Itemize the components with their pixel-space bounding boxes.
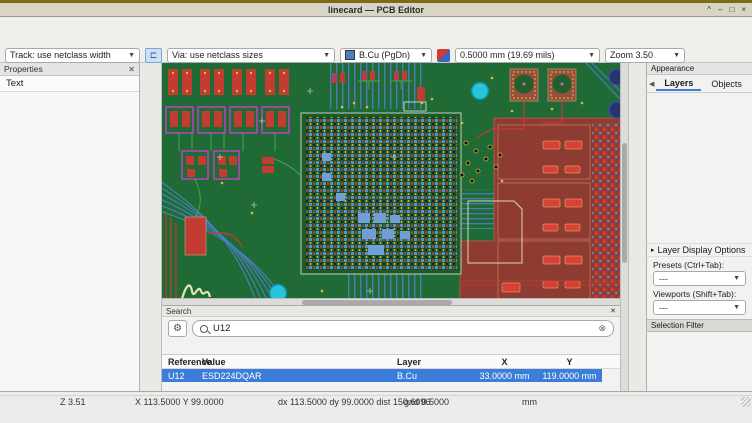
canvas-right-toolbar bbox=[628, 63, 646, 391]
menubar bbox=[0, 18, 752, 33]
viewports-label: Viewports (Shift+Tab): bbox=[647, 286, 752, 300]
pcb-canvas[interactable] bbox=[162, 63, 620, 305]
status-grid: grid 0.5000 bbox=[404, 397, 449, 407]
search-result-row[interactable]: U12 ESD224DQAR B.Cu 33.0000 mm 119.0000 … bbox=[162, 369, 602, 382]
chevron-down-icon: ▼ bbox=[128, 52, 135, 59]
properties-object-type: Text bbox=[6, 78, 23, 89]
properties-panel-title: Properties bbox=[4, 64, 43, 74]
maximize-button[interactable]: □ bbox=[729, 3, 734, 16]
status-cursor-position: X 113.5000 Y 99.0000 bbox=[135, 397, 224, 407]
presets-select[interactable]: ---▼ bbox=[653, 271, 746, 286]
result-reference: U12 bbox=[162, 371, 202, 381]
titlebar[interactable]: linecard — PCB Editor ^ – □ × bbox=[0, 3, 752, 17]
pcb-board-view[interactable] bbox=[162, 63, 620, 305]
track-width-select[interactable]: Track: use netclass width ▼ bbox=[5, 48, 140, 63]
via-size-value: Via: use netclass sizes bbox=[172, 50, 263, 60]
close-icon[interactable]: ✕ bbox=[610, 307, 616, 315]
column-header[interactable]: Value bbox=[202, 357, 397, 367]
chevron-down-icon: ▼ bbox=[420, 52, 427, 59]
bga-footprint[interactable] bbox=[301, 113, 461, 274]
appearance-panel-title: Appearance bbox=[651, 64, 694, 73]
canvas-horizontal-scrollbar[interactable] bbox=[162, 298, 620, 305]
layer-pair-icon[interactable] bbox=[437, 49, 450, 62]
column-header[interactable]: Reference bbox=[162, 357, 202, 367]
tab-objects[interactable]: Objects bbox=[703, 78, 750, 90]
search-results-header: Reference Value Layer X Y bbox=[162, 355, 620, 369]
status-units: mm bbox=[522, 397, 537, 407]
main-toolbar bbox=[0, 33, 752, 48]
pcb-editor-window: linecard — PCB Editor ^ – □ × Track: use… bbox=[0, 0, 752, 423]
properties-panel: Properties ✕ Text bbox=[0, 63, 140, 391]
presets-label: Presets (Ctrl+Tab): bbox=[647, 257, 752, 271]
grid-size-value: 0.5000 mm (19.69 mils) bbox=[460, 50, 555, 60]
result-value: ESD224DQAR bbox=[202, 371, 397, 381]
grid-size-select[interactable]: 0.5000 mm (19.69 mils) ▼ bbox=[455, 48, 600, 63]
active-layer-value: B.Cu (PgDn) bbox=[359, 50, 410, 60]
search-input[interactable]: U12 ⊗ bbox=[192, 320, 614, 337]
close-button[interactable]: × bbox=[741, 3, 746, 16]
window-controls: ^ – □ × bbox=[707, 3, 746, 16]
mounting-pad[interactable] bbox=[510, 69, 538, 101]
column-header[interactable]: X bbox=[472, 357, 537, 367]
status-bar: Z 3.51 X 113.5000 Y 99.0000 dx 113.5000 … bbox=[0, 391, 752, 423]
column-header[interactable]: Y bbox=[537, 357, 602, 367]
canvas-left-toolbar bbox=[140, 63, 162, 391]
result-y: 119.0000 mm bbox=[537, 371, 602, 381]
window-title: linecard — PCB Editor bbox=[328, 5, 424, 15]
status-zoom: Z 3.51 bbox=[60, 397, 86, 407]
search-tabs bbox=[162, 339, 620, 355]
selection-filter-title: Selection Filter bbox=[647, 319, 752, 332]
layer-display-options[interactable]: ▸Layer Display Options bbox=[647, 243, 752, 257]
result-x: 33.0000 mm bbox=[472, 371, 537, 381]
layer-color-swatch bbox=[345, 50, 355, 60]
search-panel-title: Search bbox=[166, 307, 191, 316]
viewports-value: --- bbox=[659, 303, 668, 313]
viewports-select[interactable]: ---▼ bbox=[653, 300, 746, 315]
chevron-down-icon: ▼ bbox=[323, 52, 330, 59]
search-icon bbox=[200, 325, 208, 333]
canvas-vertical-scrollbar[interactable] bbox=[620, 63, 628, 391]
shade-button[interactable]: ^ bbox=[707, 3, 711, 16]
tab-layers[interactable]: Layers bbox=[656, 77, 701, 91]
tab-scroll-left-icon[interactable]: ◀ bbox=[649, 80, 654, 88]
mounting-pad[interactable] bbox=[548, 69, 576, 101]
toolbar-dropdowns: Track: use netclass width ▼ ⊏ Via: use ne… bbox=[0, 48, 752, 63]
chevron-down-icon: ▼ bbox=[588, 52, 595, 59]
result-layer: B.Cu bbox=[397, 371, 472, 381]
presets-value: --- bbox=[659, 274, 668, 284]
minimize-button[interactable]: – bbox=[718, 3, 722, 16]
clear-search-icon[interactable]: ⊗ bbox=[598, 323, 606, 334]
appearance-panel: Appearance ◀ Layers Objects ▶ ▸Layer Dis… bbox=[646, 63, 752, 391]
track-width-value: Track: use netclass width bbox=[10, 50, 111, 60]
close-icon[interactable]: ✕ bbox=[128, 65, 135, 74]
layer-display-options-label: Layer Display Options bbox=[658, 245, 746, 255]
search-panel: Search ✕ ⚙ U12 ⊗ Reference Value Layer X … bbox=[162, 305, 620, 391]
chevron-down-icon: ▼ bbox=[673, 52, 680, 59]
search-query-text: U12 bbox=[213, 323, 230, 334]
scrollbar-thumb[interactable] bbox=[622, 143, 627, 263]
active-layer-select[interactable]: B.Cu (PgDn) ▼ bbox=[340, 48, 432, 63]
via-size-select[interactable]: Via: use netclass sizes ▼ bbox=[167, 48, 335, 63]
gnd-pad[interactable] bbox=[185, 217, 206, 255]
zoom-select[interactable]: Zoom 3.50 ▼ bbox=[605, 48, 685, 63]
auto-track-width-icon[interactable]: ⊏ bbox=[145, 48, 162, 63]
search-settings-gear-icon[interactable]: ⚙ bbox=[168, 320, 187, 337]
zoom-value: Zoom 3.50 bbox=[610, 50, 653, 60]
resize-grip[interactable] bbox=[741, 397, 751, 407]
column-header[interactable]: Layer bbox=[397, 357, 472, 367]
